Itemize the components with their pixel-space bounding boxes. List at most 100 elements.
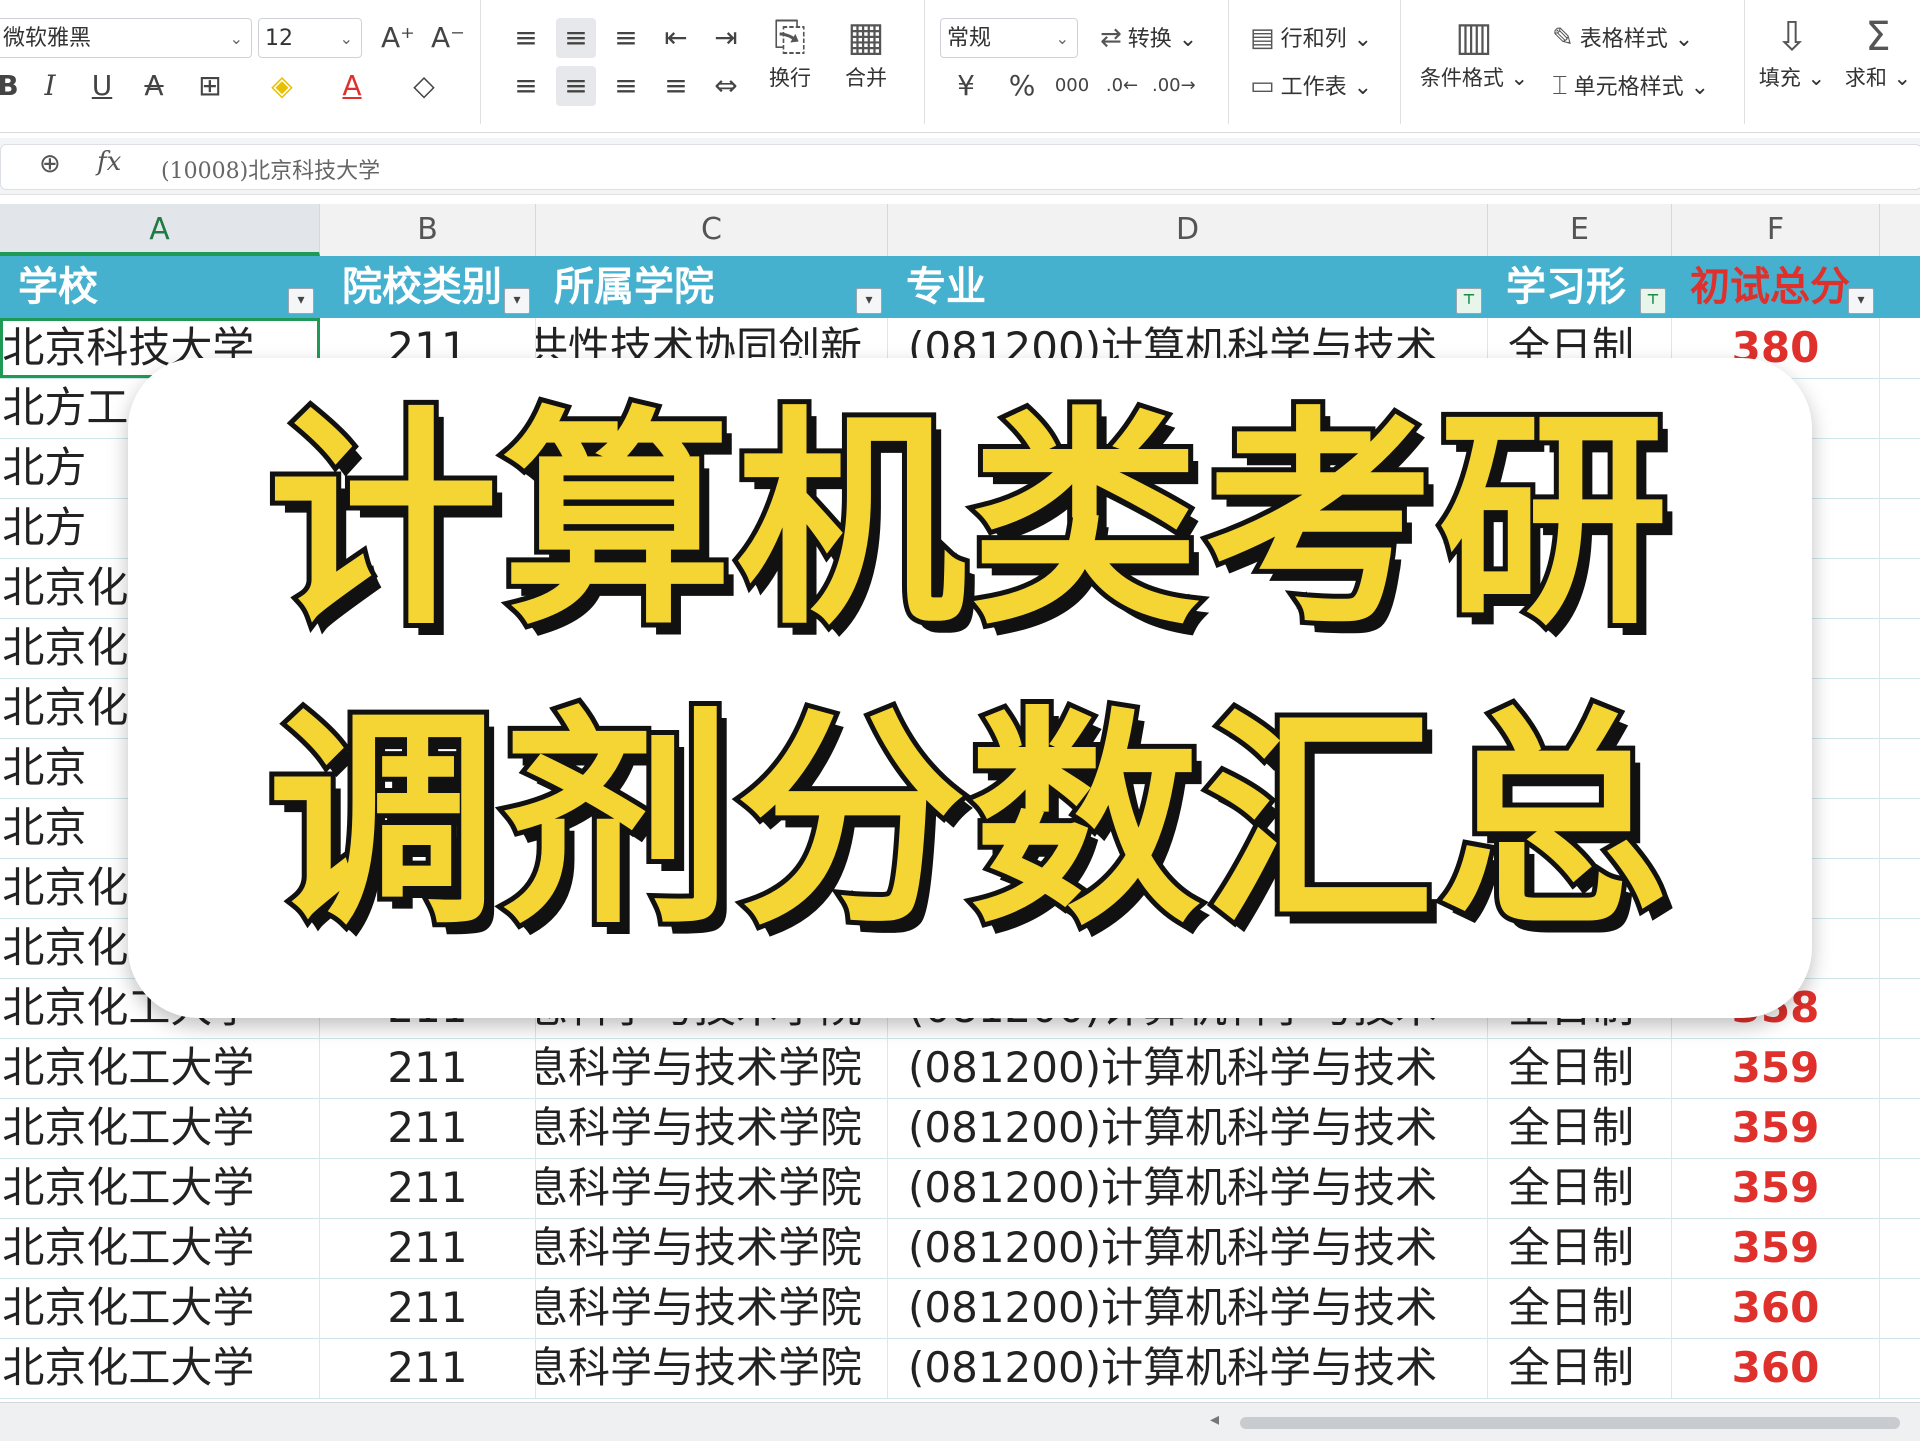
cell-type[interactable]: 211 bbox=[320, 1158, 536, 1218]
cell-dept[interactable]: 息科学与技术学院 bbox=[536, 1158, 888, 1218]
scrollbar-thumb[interactable] bbox=[1240, 1417, 1900, 1429]
cell-score[interactable]: 360 bbox=[1672, 1278, 1880, 1338]
align-center-icon[interactable]: ≡ bbox=[556, 66, 596, 106]
distribute-icon[interactable]: ⇔ bbox=[706, 66, 746, 106]
cell-score[interactable]: 359 bbox=[1672, 1218, 1880, 1278]
cell-school[interactable]: )北京化工大学 bbox=[0, 1218, 320, 1278]
column-header-d[interactable]: D bbox=[888, 204, 1488, 256]
cell-mode[interactable]: 全日制 bbox=[1488, 1098, 1672, 1158]
worksheet-button[interactable]: ▭ 工作表 ⌄ bbox=[1250, 66, 1372, 108]
column-header-e[interactable]: E bbox=[1488, 204, 1672, 256]
filter-active-icon[interactable]: ⊤ bbox=[1640, 288, 1666, 314]
column-header-a[interactable]: A bbox=[0, 204, 320, 256]
cell-style-button[interactable]: ⌶ 单元格样式 ⌄ bbox=[1552, 66, 1709, 108]
horizontal-scrollbar[interactable]: ◂ bbox=[0, 1402, 1920, 1441]
fill-color-icon[interactable]: ◈ bbox=[262, 66, 302, 106]
italic-icon[interactable]: I bbox=[30, 66, 70, 106]
border-icon[interactable]: ⊞ bbox=[190, 66, 230, 106]
fill-button[interactable]: ⇩ 填充 ⌄ bbox=[1748, 12, 1836, 92]
cell-type[interactable]: 211 bbox=[320, 1038, 536, 1098]
cell-mode[interactable]: 全日制 bbox=[1488, 1338, 1672, 1398]
cell-dept[interactable]: 息科学与技术学院 bbox=[536, 1338, 888, 1398]
rows-cols-button[interactable]: ▤ 行和列 ⌄ bbox=[1250, 18, 1372, 60]
cell-mode[interactable]: 全日制 bbox=[1488, 1218, 1672, 1278]
bold-icon[interactable]: B bbox=[0, 66, 28, 106]
cell-dept[interactable]: 息科学与技术学院 bbox=[536, 1218, 888, 1278]
column-header-c[interactable]: C bbox=[536, 204, 888, 256]
align-bottom-icon[interactable]: ≡ bbox=[606, 18, 646, 58]
align-right-icon[interactable]: ≡ bbox=[606, 66, 646, 106]
cell-major[interactable]: (081200)计算机科学与技术 bbox=[888, 1098, 1488, 1158]
cell-major[interactable]: (081200)计算机科学与技术 bbox=[888, 1338, 1488, 1398]
header-school-type: 院校类别 ▾ bbox=[320, 256, 536, 318]
cell-type[interactable]: 211 bbox=[320, 1218, 536, 1278]
cell-school[interactable]: )北京化工大学 bbox=[0, 1098, 320, 1158]
eraser-icon[interactable]: ◇ bbox=[404, 66, 444, 106]
cell-school[interactable]: )北京化工大学 bbox=[0, 1158, 320, 1218]
conditional-format-button[interactable]: ▥ 条件格式 ⌄ bbox=[1414, 12, 1534, 92]
cell-score[interactable]: 359 bbox=[1672, 1038, 1880, 1098]
cell-score[interactable]: 360 bbox=[1672, 1338, 1880, 1398]
cell-dept[interactable]: 息科学与技术学院 bbox=[536, 1098, 888, 1158]
cell-mode[interactable]: 全日制 bbox=[1488, 1278, 1672, 1338]
filter-dropdown-icon[interactable]: ▾ bbox=[1848, 288, 1874, 314]
scroll-left-icon[interactable]: ◂ bbox=[1210, 1409, 1219, 1430]
cell-type[interactable]: 211 bbox=[320, 1098, 536, 1158]
rows-cols-label: 行和列 bbox=[1280, 27, 1347, 52]
decrease-decimal-icon[interactable]: .00→ bbox=[1152, 66, 1196, 106]
sum-button[interactable]: Σ 求和 ⌄ bbox=[1834, 12, 1920, 92]
thousands-icon[interactable]: 000 bbox=[1052, 66, 1092, 106]
number-format-select[interactable]: 常规 ⌄ bbox=[940, 18, 1078, 58]
header-major: 专业 ⊤ bbox=[888, 256, 1488, 318]
table-style-icon: ✎ bbox=[1552, 23, 1574, 53]
cell-dept[interactable]: 息科学与技术学院 bbox=[536, 1278, 888, 1338]
increase-font-icon[interactable]: A⁺ bbox=[378, 18, 418, 58]
cell-dept[interactable]: 息科学与技术学院 bbox=[536, 1038, 888, 1098]
increase-decimal-icon[interactable]: .0← bbox=[1102, 66, 1142, 106]
cell-type[interactable]: 211 bbox=[320, 1278, 536, 1338]
header-major-label: 专业 bbox=[906, 264, 986, 310]
filter-dropdown-icon[interactable]: ▾ bbox=[288, 288, 314, 314]
cell-school[interactable]: )北京化工大学 bbox=[0, 1278, 320, 1338]
cell-major[interactable]: (081200)计算机科学与技术 bbox=[888, 1218, 1488, 1278]
font-color-icon[interactable]: A bbox=[332, 66, 372, 106]
cell-type[interactable]: 211 bbox=[320, 1338, 536, 1398]
formula-input[interactable]: ⊕ fx (10008)北京科技大学 bbox=[0, 144, 1920, 190]
cell-major[interactable]: (081200)计算机科学与技术 bbox=[888, 1158, 1488, 1218]
cell-major[interactable]: (081200)计算机科学与技术 bbox=[888, 1278, 1488, 1338]
cell-major[interactable]: (081200)计算机科学与技术 bbox=[888, 1038, 1488, 1098]
filter-dropdown-icon[interactable]: ▾ bbox=[856, 288, 882, 314]
merge-button[interactable]: ▦ 合并 bbox=[818, 12, 914, 92]
column-header-b[interactable]: B bbox=[320, 204, 536, 256]
align-left-icon[interactable]: ≡ bbox=[506, 66, 546, 106]
decrease-font-icon[interactable]: A⁻ bbox=[428, 18, 468, 58]
percent-icon[interactable]: % bbox=[1002, 66, 1042, 106]
underline-icon[interactable]: U bbox=[82, 66, 122, 106]
align-top-icon[interactable]: ≡ bbox=[506, 18, 546, 58]
font-name-select[interactable]: 微软雅黑 ⌄ bbox=[0, 18, 252, 58]
justify-icon[interactable]: ≡ bbox=[656, 66, 696, 106]
worksheet-label: 工作表 bbox=[1280, 75, 1347, 100]
align-middle-icon[interactable]: ≡ bbox=[556, 18, 596, 58]
filter-dropdown-icon[interactable]: ▾ bbox=[504, 288, 530, 314]
font-size-select[interactable]: 12 ⌄ bbox=[258, 18, 362, 58]
cell-mode[interactable]: 全日制 bbox=[1488, 1158, 1672, 1218]
table-style-button[interactable]: ✎ 表格样式 ⌄ bbox=[1552, 18, 1693, 60]
cell-score[interactable]: 359 bbox=[1672, 1098, 1880, 1158]
indent-decrease-icon[interactable]: ⇤ bbox=[656, 18, 696, 58]
cell-school[interactable]: )北京化工大学 bbox=[0, 1338, 320, 1398]
currency-icon[interactable]: ¥ bbox=[946, 66, 986, 106]
strikethrough-icon[interactable]: A bbox=[134, 66, 174, 106]
indent-increase-icon[interactable]: ⇥ bbox=[706, 18, 746, 58]
cell-score[interactable]: 359 bbox=[1672, 1158, 1880, 1218]
filter-active-icon[interactable]: ⊤ bbox=[1456, 288, 1482, 314]
cell-mode[interactable]: 全日制 bbox=[1488, 1038, 1672, 1098]
fx-icon[interactable]: fx bbox=[97, 147, 121, 177]
convert-button[interactable]: ⇄ 转换 ⌄ bbox=[1100, 18, 1197, 60]
header-study-mode-label: 学习形 bbox=[1506, 264, 1626, 310]
search-icon[interactable]: ⊕ bbox=[39, 149, 61, 179]
font-size-value: 12 bbox=[265, 26, 293, 51]
overlay-title-line-1: 计算机类考研 bbox=[263, 389, 1673, 656]
cell-school[interactable]: )北京化工大学 bbox=[0, 1038, 320, 1098]
column-header-f[interactable]: F bbox=[1672, 204, 1880, 256]
